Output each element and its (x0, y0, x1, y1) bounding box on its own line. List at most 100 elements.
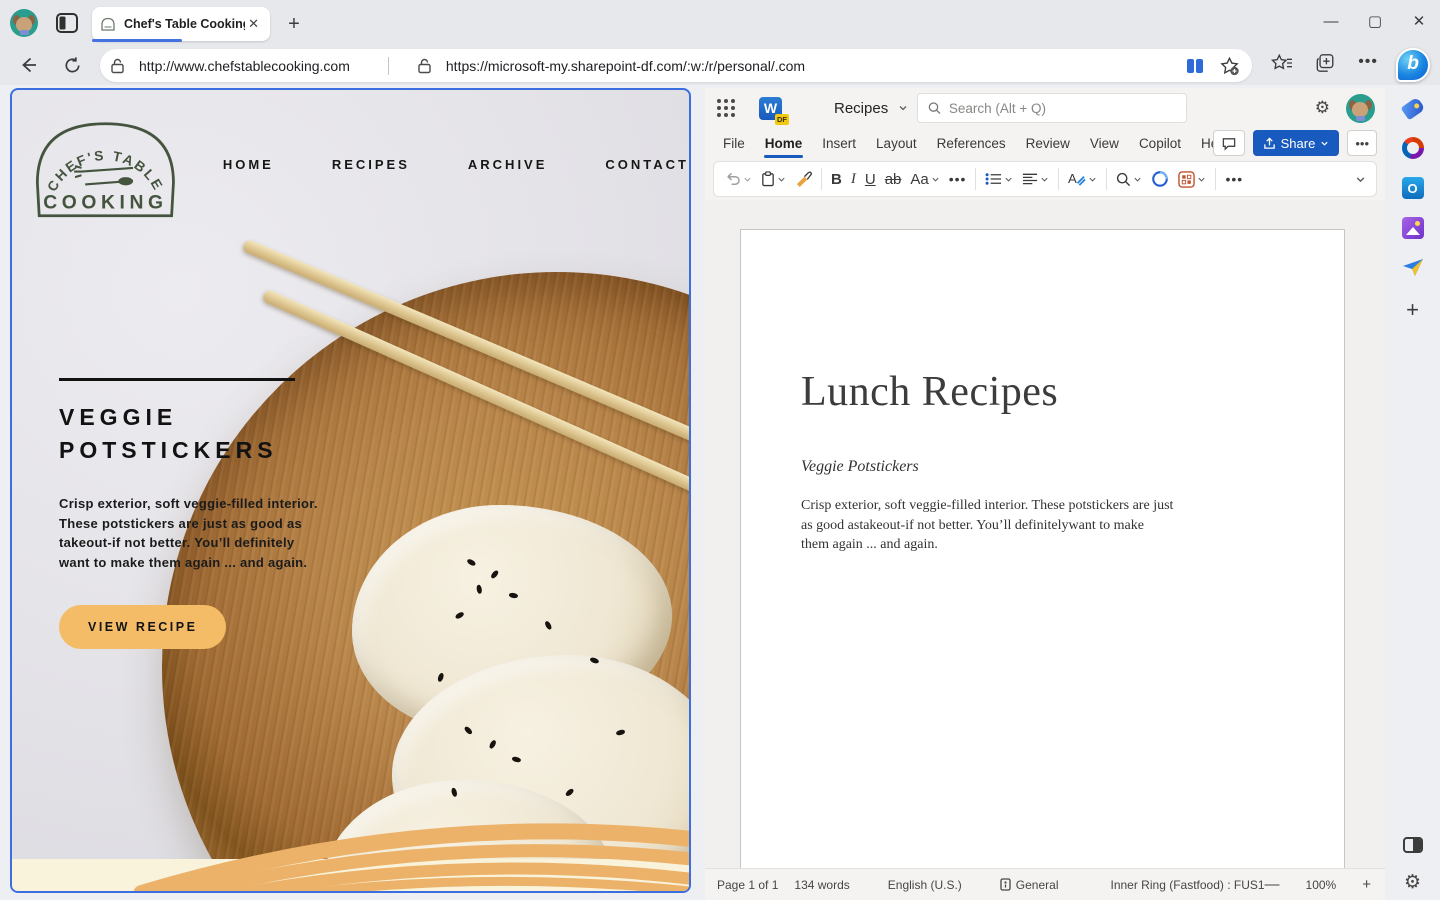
tab-file[interactable]: File (713, 132, 755, 155)
bullet-list-button[interactable] (985, 172, 1013, 186)
ribbon-more-button[interactable]: ••• (1347, 130, 1377, 156)
address-bar[interactable]: http://www.chefstablecooking.com https:/… (100, 49, 1252, 82)
paste-button[interactable] (761, 171, 786, 187)
collapse-ribbon-icon[interactable] (1355, 174, 1366, 185)
undo-button[interactable] (724, 172, 752, 187)
sidebar-add-icon[interactable]: + (1398, 295, 1428, 325)
tab-home[interactable]: Home (755, 132, 813, 158)
sensitivity-text: General (1015, 877, 1059, 892)
font-more-button[interactable]: ••• (949, 171, 967, 187)
favorites-bar-icon[interactable] (1271, 53, 1293, 78)
zoom-in-button[interactable]: + (1362, 876, 1371, 893)
tab-insert[interactable]: Insert (812, 132, 866, 155)
nav-home[interactable]: HOME (223, 157, 274, 172)
new-tab-button[interactable]: + (282, 12, 306, 36)
tab-workspaces-icon[interactable] (56, 13, 78, 33)
document-body-line: as good astakeout-if not better. You’ll … (801, 517, 1144, 533)
nav-contact[interactable]: CONTACT (605, 157, 689, 172)
document-heading: Lunch Recipes (801, 369, 1059, 415)
bing-copilot-icon[interactable]: b (1396, 48, 1430, 82)
settings-gear-icon[interactable]: ⚙ (1315, 98, 1330, 118)
website-pane[interactable]: CHEF'S TABLE COOKING HOME RECIPES ARCHIV… (10, 88, 691, 893)
tab-layout[interactable]: Layout (866, 132, 927, 155)
add-favorite-icon[interactable] (1216, 53, 1242, 79)
document-title[interactable]: Recipes (834, 100, 888, 117)
close-button[interactable]: ✕ (1404, 6, 1434, 36)
view-recipe-button[interactable]: VIEW RECIPE (59, 605, 227, 650)
strikethrough-button[interactable]: ab (885, 171, 902, 188)
nav-archive[interactable]: ARCHIVE (468, 157, 548, 172)
comments-button[interactable] (1212, 130, 1245, 156)
toolbar-more-button[interactable]: ••• (1225, 171, 1243, 187)
refresh-icon[interactable] (60, 53, 84, 77)
shopping-icon[interactable] (1398, 93, 1428, 123)
browser-window: Chef's Table Cooking ✕ + — ▢ ✕ http://ww… (0, 0, 1440, 900)
italic-button[interactable]: I (851, 171, 856, 188)
document-page[interactable]: Lunch Recipes Veggie Potstickers Crisp e… (740, 229, 1345, 868)
drop-icon[interactable] (1398, 253, 1428, 283)
tab-copilot[interactable]: Copilot (1129, 132, 1191, 155)
maximize-button[interactable]: ▢ (1360, 6, 1390, 36)
url-primary[interactable]: http://www.chefstablecooking.com (139, 58, 350, 74)
image-creator-icon[interactable] (1398, 213, 1428, 243)
zoom-out-button[interactable]: — (1265, 876, 1280, 893)
word-search-box[interactable] (917, 93, 1187, 123)
document-body: Crisp exterior, soft veggie-filled inter… (801, 496, 1284, 555)
minimize-button[interactable]: — (1316, 6, 1346, 36)
browser-navbar: http://www.chefstablecooking.com https:/… (0, 45, 1440, 85)
styles-button[interactable]: A (1068, 171, 1097, 187)
settings-more-icon[interactable]: ••• (1358, 53, 1378, 78)
word-logo-icon[interactable]: W DF (759, 96, 789, 125)
chevron-down-icon[interactable] (898, 103, 908, 113)
hero-section: VEGGIE POTSTICKERS Crisp exterior, soft … (59, 378, 319, 650)
tab-review[interactable]: Review (1016, 132, 1080, 155)
ribbon-right-actions: Share ••• (1212, 130, 1377, 156)
designer-button[interactable] (1178, 170, 1206, 188)
app-launcher-icon[interactable] (717, 99, 735, 117)
language-status[interactable]: English (U.S.) (888, 878, 962, 892)
browser-actions: ••• (1271, 53, 1378, 78)
url-divider (387, 56, 389, 75)
browser-tab[interactable]: Chef's Table Cooking ✕ (92, 7, 270, 41)
ribbon-tab-bar: File Home Insert Layout References Revie… (705, 128, 1385, 158)
copilot-button[interactable] (1151, 170, 1169, 188)
microsoft365-icon[interactable] (1398, 133, 1428, 163)
tab-references[interactable]: References (927, 132, 1016, 155)
sidebar-toggle-icon[interactable] (1398, 830, 1428, 860)
collections-icon[interactable] (1315, 53, 1336, 78)
zoom-level[interactable]: 100% (1306, 878, 1337, 892)
browser-titlebar: Chef's Table Cooking ✕ + — ▢ ✕ (0, 0, 1440, 45)
toolbar-divider (1215, 168, 1217, 190)
align-button[interactable] (1022, 172, 1049, 186)
site-nav: HOME RECIPES ARCHIVE CONTACT (223, 157, 689, 172)
change-case-button[interactable]: Aa (910, 171, 939, 188)
environment-label: Inner Ring (Fastfood) : FUS1 (1110, 877, 1265, 892)
word-web-app: W DF Recipes ⚙ (705, 88, 1385, 900)
underline-button[interactable]: U (865, 171, 876, 188)
bold-button[interactable]: B (831, 171, 842, 188)
outlook-icon[interactable]: O (1398, 173, 1428, 203)
search-input[interactable] (948, 100, 1176, 116)
share-button[interactable]: Share (1252, 130, 1340, 156)
hero-rule (59, 378, 295, 381)
edge-sidebar: O + ⚙ (1385, 85, 1440, 900)
tab-view[interactable]: View (1080, 132, 1129, 155)
sidebar-settings-icon[interactable]: ⚙ (1398, 867, 1428, 897)
back-icon[interactable] (16, 53, 40, 77)
toolbar-wrap: B I U ab Aa ••• A ••• (705, 158, 1385, 200)
sensitivity-label[interactable]: General (1000, 878, 1059, 892)
word-count[interactable]: 134 words (794, 878, 849, 892)
split-screen-icon[interactable] (1182, 53, 1208, 79)
browser-profile-avatar[interactable] (10, 9, 38, 37)
chefs-table-logo: CHEF'S TABLE COOKING (35, 121, 175, 217)
url-secondary[interactable]: https://microsoft-my.sharepoint-df.com/:… (446, 58, 805, 74)
find-button[interactable] (1116, 172, 1142, 187)
share-label: Share (1280, 135, 1316, 151)
tab-close-icon[interactable]: ✕ (245, 16, 262, 32)
hero-description-line: want to make them again ... and again. (59, 554, 308, 570)
document-content: Lunch Recipes Veggie Potstickers Crisp e… (741, 230, 1344, 555)
toolbar-divider (821, 168, 822, 190)
nav-recipes[interactable]: RECIPES (332, 157, 410, 172)
format-painter-icon[interactable] (795, 171, 812, 187)
account-avatar[interactable] (1346, 93, 1375, 123)
